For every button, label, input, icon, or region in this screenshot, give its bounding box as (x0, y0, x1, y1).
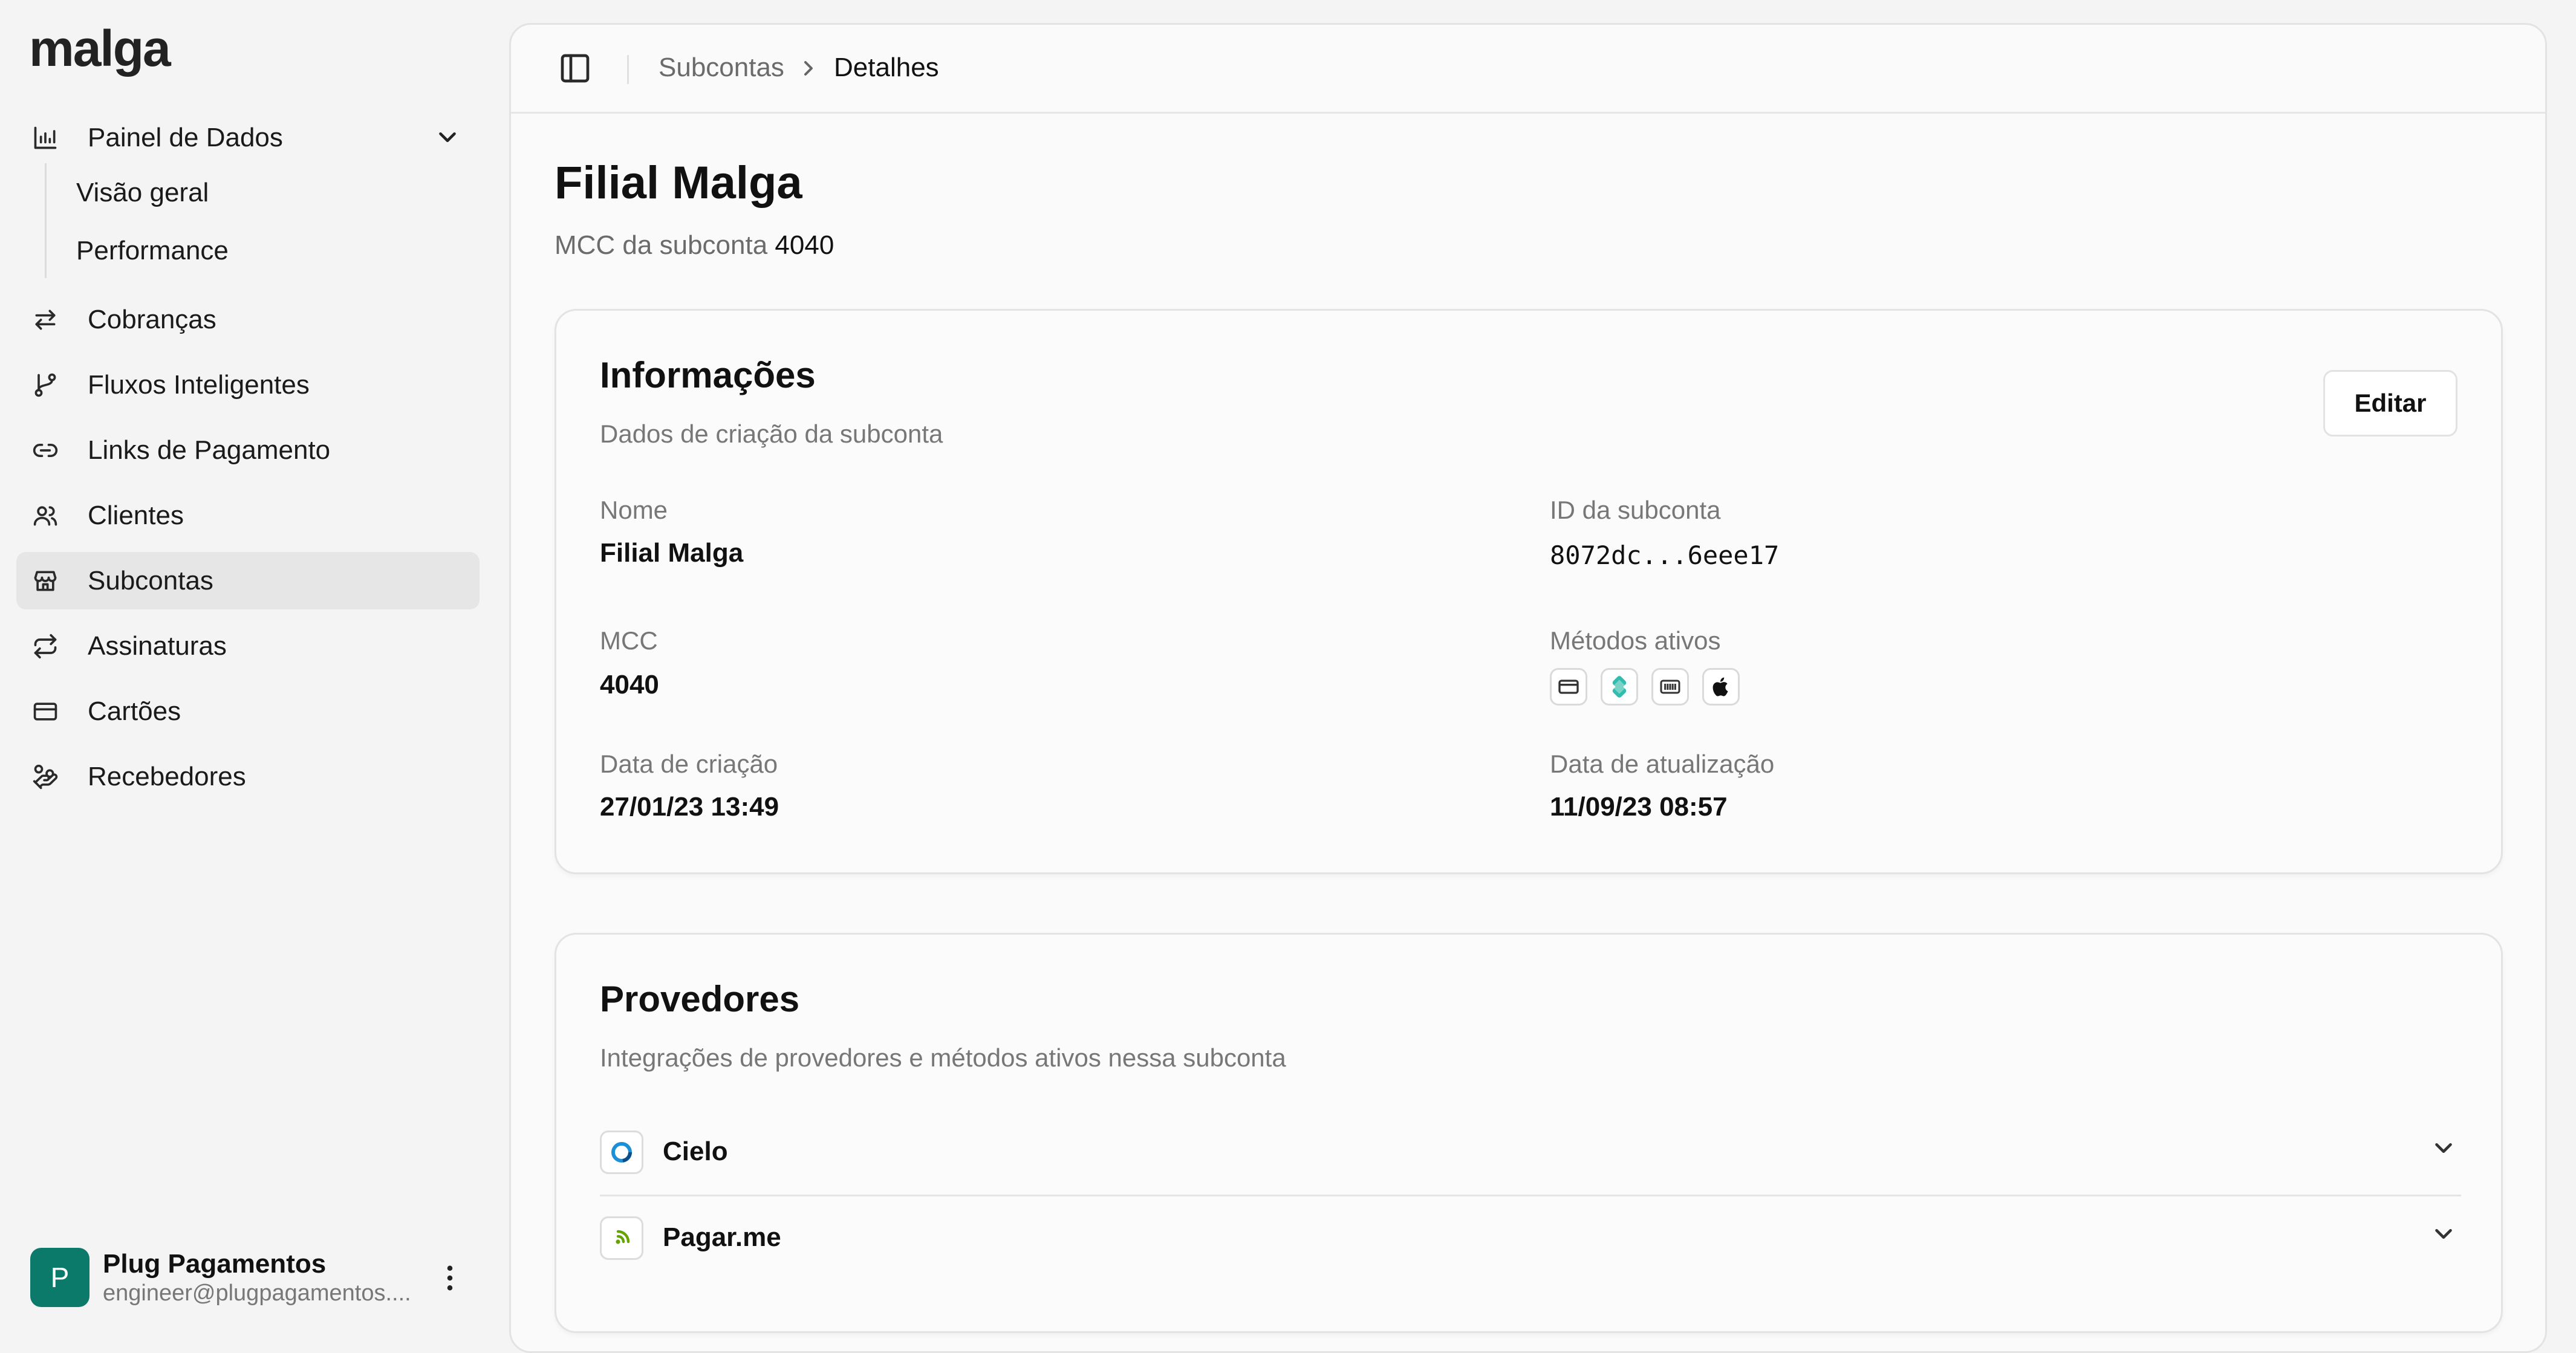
field-value-criacao: 27/01/23 13:49 (600, 792, 779, 822)
field-value-id[interactable]: 8072dc...6eee17 (1550, 540, 1779, 570)
field-label-criacao: Data de criação (600, 750, 778, 778)
cielo-logo-icon (600, 1131, 643, 1174)
apple-pay-icon (1702, 668, 1740, 706)
submenu-divider (45, 163, 47, 278)
sidebar-item-label: Recebedores (88, 761, 246, 791)
field-value-atualizacao: 11/09/23 08:57 (1550, 792, 1728, 822)
field-value-nome: Filial Malga (600, 538, 744, 568)
sidebar: malga Painel de Dados Visão geral Perfor… (0, 0, 502, 1335)
chevron-down-icon[interactable] (434, 123, 461, 151)
sidebar-toggle-icon[interactable] (558, 51, 592, 85)
breadcrumb-detalhes: Detalhes (834, 53, 939, 82)
field-label-mcc: MCC (600, 626, 658, 655)
bar-chart-icon (31, 123, 60, 152)
page-subtitle: MCC da subconta 4040 (555, 230, 834, 261)
sidebar-item-label: Subcontas (88, 565, 213, 595)
field-label-nome: Nome (600, 496, 668, 524)
malga-logo[interactable]: malga (29, 19, 171, 78)
card-description: Dados de criação da subconta (600, 420, 943, 448)
breadcrumb-subcontas[interactable]: Subcontas (659, 53, 784, 83)
sidebar-item-fluxos-inteligentes[interactable]: Fluxos Inteligentes (16, 356, 480, 414)
field-label-atualizacao: Data de atualização (1550, 750, 1775, 778)
top-bar: Subcontas Detalhes (511, 25, 2545, 114)
chevron-right-icon (796, 56, 821, 80)
sidebar-item-label: Painel de Dados (88, 122, 283, 152)
avatar: P (30, 1248, 89, 1307)
chevron-down-icon[interactable] (2430, 1134, 2457, 1162)
sidebar-item-cartoes[interactable]: Cartões (16, 683, 480, 740)
pix-icon (1601, 668, 1638, 706)
provider-row-cielo[interactable]: Cielo (600, 1110, 2461, 1196)
chevron-down-icon[interactable] (2430, 1220, 2457, 1248)
pagarme-logo-icon (600, 1216, 643, 1260)
boleto-icon (1651, 668, 1689, 706)
sidebar-item-cobrancas[interactable]: Cobranças (16, 291, 480, 348)
users-icon (31, 501, 60, 530)
provider-row-pagarme[interactable]: Pagar.me (600, 1196, 2461, 1280)
sidebar-item-painel-de-dados[interactable]: Painel de Dados (16, 109, 480, 166)
sidebar-item-label: Fluxos Inteligentes (88, 369, 310, 400)
field-label-metodos: Métodos ativos (1550, 626, 1721, 655)
sidebar-item-label: Cobranças (88, 304, 216, 334)
active-methods (1550, 668, 1740, 706)
user-name: Plug Pagamentos (103, 1249, 327, 1279)
page-title: Filial Malga (555, 157, 802, 209)
provider-name: Pagar.me (663, 1222, 781, 1252)
field-label-id: ID da subconta (1550, 496, 1721, 524)
sidebar-item-label: Assinaturas (88, 631, 227, 661)
main-panel: Subcontas Detalhes Filial Malga MCC da s… (509, 23, 2547, 1353)
hand-coins-icon (31, 762, 60, 791)
credit-card-icon (1550, 668, 1587, 706)
edit-button[interactable]: Editar (2323, 370, 2457, 436)
sidebar-subitem-performance[interactable]: Performance (76, 236, 229, 266)
sidebar-item-subcontas[interactable]: Subcontas (16, 552, 480, 609)
sidebar-item-label: Links de Pagamento (88, 435, 331, 465)
sidebar-item-clientes[interactable]: Clientes (16, 487, 480, 544)
sidebar-item-label: Clientes (88, 500, 184, 530)
arrows-exchange-icon (31, 305, 60, 334)
mcc-label: MCC da subconta (555, 230, 768, 260)
git-branch-icon (31, 371, 60, 400)
user-email: engineer@plugpagamentos.... (103, 1280, 411, 1306)
providers-card: Provedores Integrações de provedores e m… (555, 933, 2503, 1333)
card-title: Informações (600, 355, 816, 395)
sidebar-item-label: Cartões (88, 696, 181, 726)
more-options-icon[interactable] (432, 1260, 468, 1296)
mcc-value: 4040 (775, 230, 834, 260)
provider-name: Cielo (663, 1137, 728, 1166)
card-title: Provedores (600, 979, 800, 1019)
sidebar-item-links-de-pagamento[interactable]: Links de Pagamento (16, 421, 480, 479)
link-icon (31, 436, 60, 465)
sidebar-item-recebedores[interactable]: Recebedores (16, 748, 480, 805)
card-description: Integrações de provedores e métodos ativ… (600, 1043, 1286, 1072)
sidebar-item-assinaturas[interactable]: Assinaturas (16, 617, 480, 675)
field-value-mcc: 4040 (600, 670, 659, 699)
divider (627, 55, 629, 84)
user-account-card[interactable]: P Plug Pagamentos engineer@plugpagamento… (30, 1247, 478, 1308)
info-card: Informações Dados de criação da subconta… (555, 309, 2503, 874)
sidebar-subitem-visao-geral[interactable]: Visão geral (76, 178, 209, 208)
store-icon (31, 566, 60, 595)
credit-card-icon (31, 697, 60, 726)
repeat-icon (31, 632, 60, 661)
